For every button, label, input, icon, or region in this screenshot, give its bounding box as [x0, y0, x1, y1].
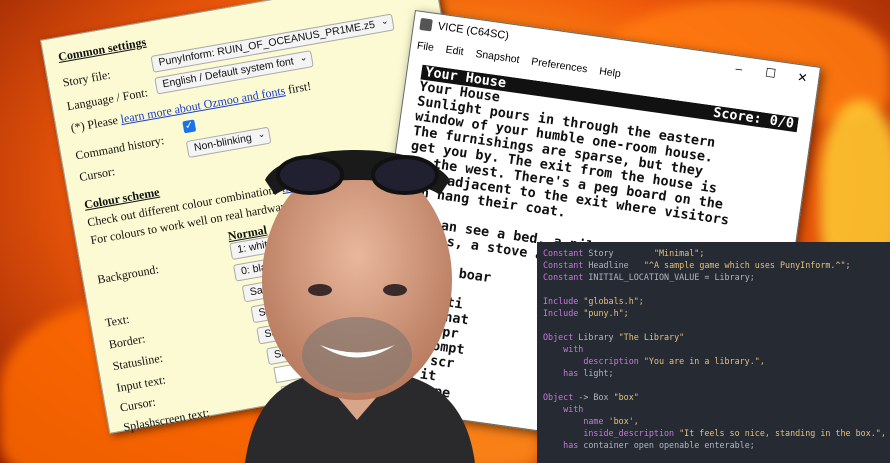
code-token: with — [543, 404, 584, 414]
code-line: Include "puny.h"; — [543, 307, 884, 319]
code-token: with — [543, 344, 584, 354]
vice-app-icon — [419, 17, 433, 32]
colour-row-label: Background: — [96, 261, 160, 287]
code-line: inside_description "It feels so nice, st… — [543, 427, 886, 439]
code-token: Story — [588, 248, 654, 258]
code-token: "You are in a library.", — [643, 356, 765, 366]
vice-menu-edit[interactable]: Edit — [445, 44, 465, 58]
code-token: "Minimal"; — [653, 248, 705, 258]
chevron-down-icon: ⌄ — [379, 15, 390, 27]
code-token: description — [543, 356, 644, 366]
code-token: Include — [543, 308, 584, 318]
code-token: Library — [578, 332, 619, 342]
code-line: Object -> Box "box" — [543, 391, 884, 403]
vice-menu-snapshot[interactable]: Snapshot — [475, 48, 521, 66]
code-token: "box" — [613, 392, 639, 402]
code-token: has — [543, 368, 584, 378]
colour-row-label: Statusline: — [111, 350, 164, 374]
code-token: "^A sample game which uses PunyInform.^"… — [643, 260, 851, 270]
code-line: Constant INITIAL_LOCATION_VALUE = Librar… — [543, 271, 884, 283]
colour-row-label: Cursor: — [118, 394, 157, 415]
common-settings-heading: Common settings — [57, 34, 148, 64]
code-line: with — [543, 343, 884, 355]
code-token: light; — [583, 368, 614, 378]
code-token: "It feels so nice, standing in the box."… — [679, 428, 886, 438]
code-token: "globals.h"; — [583, 296, 644, 306]
code-line: name 'box', — [543, 415, 884, 427]
code-line: description "You are in a library.", — [543, 355, 884, 367]
command-history-checkbox[interactable]: ✓ — [182, 119, 197, 134]
code-token: "The Library" — [618, 332, 685, 342]
code-token: container open openable enterable; — [583, 440, 755, 450]
code-token: Constant — [543, 248, 589, 258]
code-token: Headline — [588, 260, 644, 270]
code-line: Constant Story "Minimal"; — [543, 247, 884, 259]
code-token: Constant — [543, 260, 589, 270]
cursor-label: Cursor: — [78, 164, 117, 185]
code-token: Object — [543, 332, 579, 342]
close-icon[interactable]: ✕ — [786, 68, 820, 86]
code-token: 'box', — [608, 416, 639, 426]
code-token: Constant — [543, 272, 589, 282]
story-file-label: Story file: — [61, 67, 112, 90]
code-line: has light; — [543, 367, 884, 379]
vice-menu-help[interactable]: Help — [598, 65, 621, 80]
code-line: Object Library "The Library" — [543, 331, 884, 343]
code-token: INITIAL_LOCATION_VALUE = Library; — [588, 272, 755, 282]
vice-menu-preferences[interactable]: Preferences — [530, 56, 588, 76]
command-history-label: Command history: — [74, 133, 166, 163]
code-line: Include "globals.h"; — [543, 295, 884, 307]
maximize-icon[interactable]: ☐ — [754, 64, 788, 82]
fonts-note-prefix: (*) Please — [69, 112, 122, 135]
colour-row-label: Text: — [103, 311, 131, 330]
code-line: has container open openable enterable; — [543, 439, 884, 451]
code-token: Include — [543, 296, 584, 306]
code-token: name — [543, 416, 609, 426]
colour-row-label: Border: — [107, 331, 147, 352]
vice-menu-file[interactable]: File — [416, 40, 434, 54]
fonts-note-suffix: first! — [283, 78, 313, 98]
minimize-icon[interactable]: – — [722, 60, 756, 78]
code-line: with — [543, 403, 884, 415]
code-line: Constant Headline "^A sample game which … — [543, 259, 884, 271]
code-token: Object — [543, 392, 579, 402]
code-token: has — [543, 440, 584, 450]
colour-row-label: Input text: — [115, 372, 167, 395]
chevron-down-icon: ⌄ — [298, 51, 308, 64]
inform-code-panel: Constant Story "Minimal"; Constant Headli… — [537, 242, 890, 463]
code-token: "puny.h"; — [583, 308, 629, 318]
person-photo — [245, 150, 475, 463]
code-token: -> Box — [578, 392, 614, 402]
code-token: inside_description — [543, 428, 680, 438]
